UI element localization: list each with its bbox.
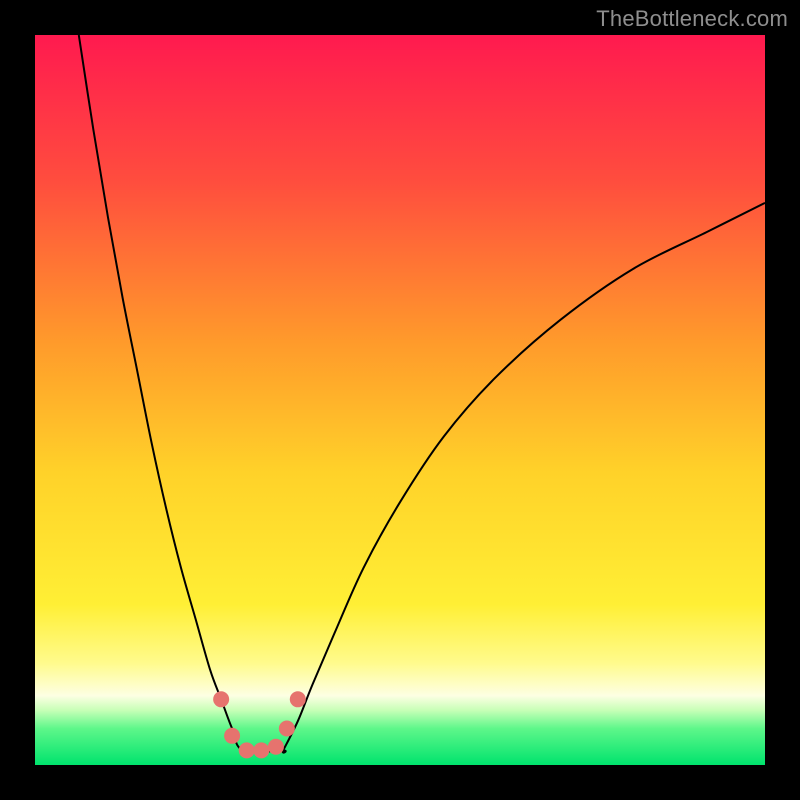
chart-frame: { "watermark": "TheBottleneck.com", "cha… [0,0,800,800]
watermark-text: TheBottleneck.com [596,6,788,32]
trough-marker [268,739,284,755]
gradient-background [35,35,765,765]
trough-marker [279,721,295,737]
trough-marker [253,742,269,758]
trough-marker [213,691,229,707]
trough-marker [290,691,306,707]
trough-marker [224,728,240,744]
plot-area [35,35,765,765]
trough-marker [239,742,255,758]
chart-svg [35,35,765,765]
